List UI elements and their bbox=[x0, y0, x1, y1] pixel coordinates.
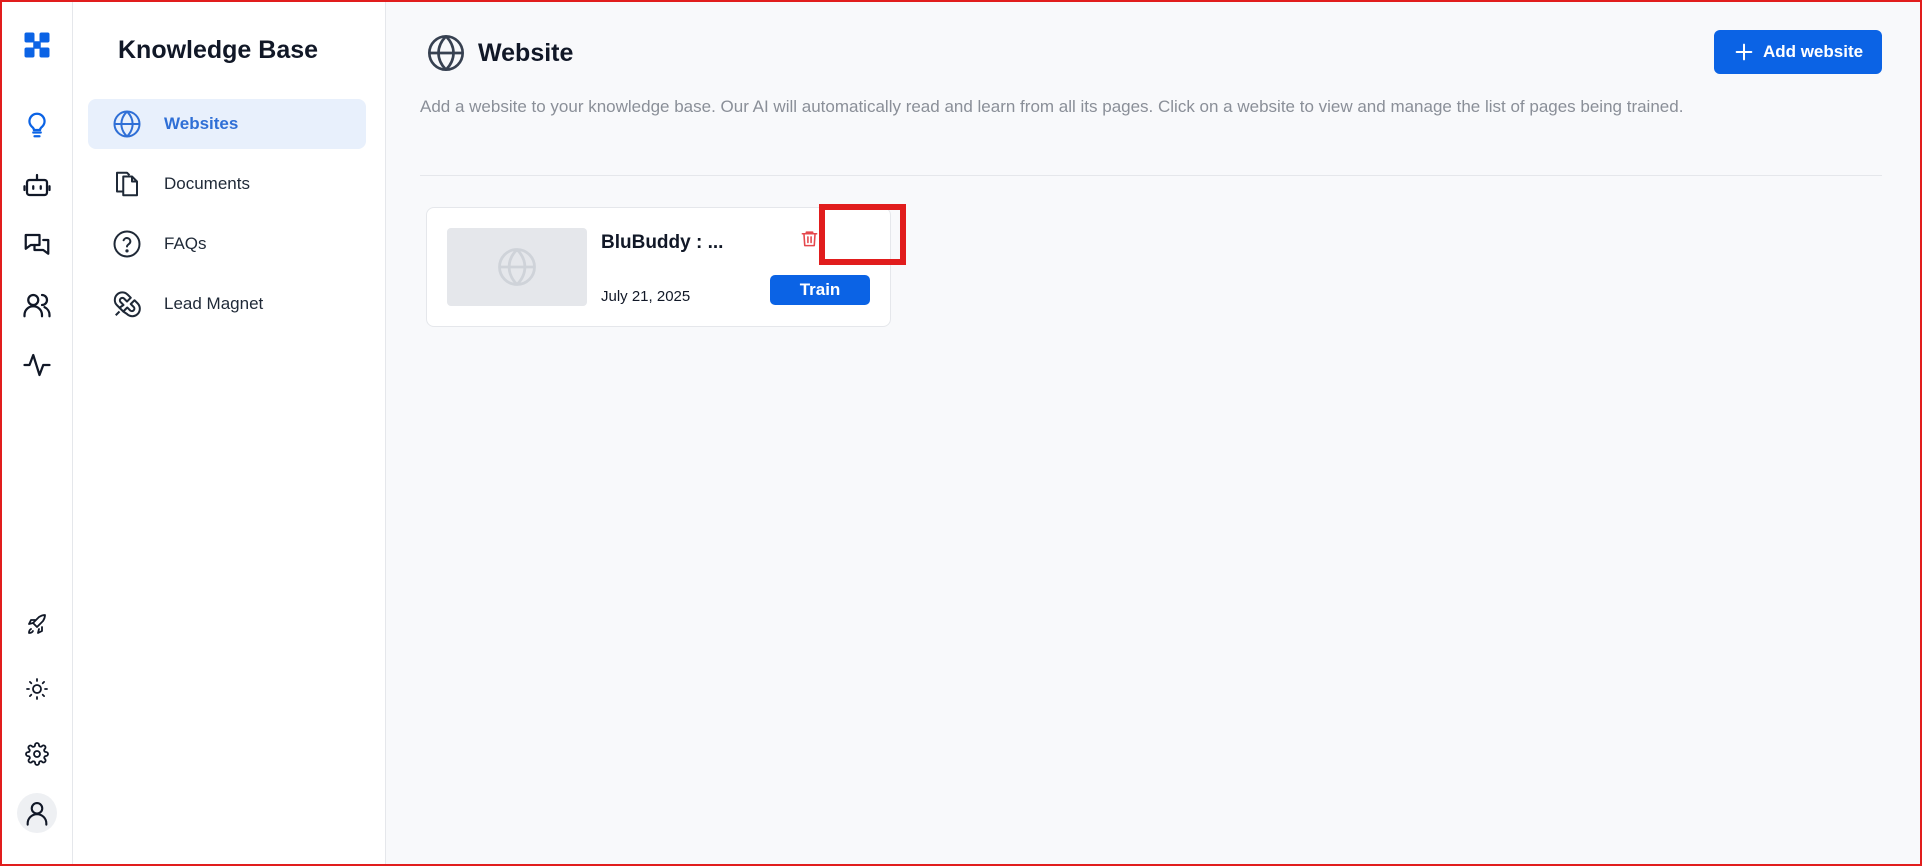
globe-icon bbox=[428, 35, 464, 71]
page-description: Add a website to your knowledge base. Ou… bbox=[420, 97, 1684, 116]
sidebar-item-label: Websites bbox=[164, 114, 239, 133]
sidebar-item-lead-magnet[interactable]: Lead Magnet bbox=[88, 279, 366, 329]
documents-icon bbox=[116, 171, 138, 197]
sidebar-item-faqs[interactable]: FAQs bbox=[88, 219, 366, 269]
sidebar-item-documents[interactable]: Documents bbox=[88, 159, 366, 209]
bot-icon[interactable] bbox=[18, 166, 56, 204]
website-name: BluBuddy : ... bbox=[601, 232, 724, 253]
sidebar-item-websites[interactable]: Websites bbox=[88, 99, 366, 149]
website-date: July 21, 2025 bbox=[601, 288, 691, 305]
activity-icon[interactable] bbox=[18, 346, 56, 384]
sun-icon[interactable] bbox=[18, 670, 56, 708]
magnet-icon bbox=[113, 291, 141, 318]
globe-icon bbox=[113, 110, 141, 138]
chat-bubbles-icon[interactable] bbox=[18, 226, 56, 264]
add-website-button[interactable]: Add website bbox=[1714, 30, 1882, 74]
sidebar-title: Knowledge Base bbox=[118, 36, 319, 64]
website-thumbnail bbox=[447, 228, 587, 306]
sidebar-item-label: FAQs bbox=[164, 234, 207, 253]
train-button[interactable]: Train bbox=[770, 275, 870, 305]
gear-icon[interactable] bbox=[18, 735, 56, 773]
sidebar-item-label: Documents bbox=[164, 174, 250, 193]
lightbulb-icon[interactable] bbox=[18, 106, 56, 144]
sidebar-item-label: Lead Magnet bbox=[164, 294, 264, 313]
logo-grid-icon[interactable] bbox=[18, 26, 56, 64]
divider bbox=[420, 175, 1882, 176]
knowledge-base-sidebar: Knowledge Base Websites Documents FAQs L… bbox=[73, 0, 386, 866]
users-icon[interactable] bbox=[18, 286, 56, 324]
user-icon[interactable] bbox=[17, 793, 57, 833]
delete-website-button[interactable] bbox=[787, 218, 831, 258]
plus-icon bbox=[1735, 43, 1753, 61]
globe-icon bbox=[498, 248, 536, 286]
main-content: Website Add website Add a website to you… bbox=[386, 0, 1922, 866]
icon-rail bbox=[0, 0, 73, 866]
page-title: Website bbox=[478, 38, 574, 67]
rocket-icon[interactable] bbox=[18, 606, 56, 644]
question-circle-icon bbox=[113, 230, 141, 258]
page-header: Website bbox=[426, 33, 573, 73]
trash-icon bbox=[801, 230, 817, 246]
website-card[interactable]: BluBuddy : ... July 21, 2025 Train bbox=[426, 207, 891, 327]
add-website-label: Add website bbox=[1762, 42, 1864, 61]
